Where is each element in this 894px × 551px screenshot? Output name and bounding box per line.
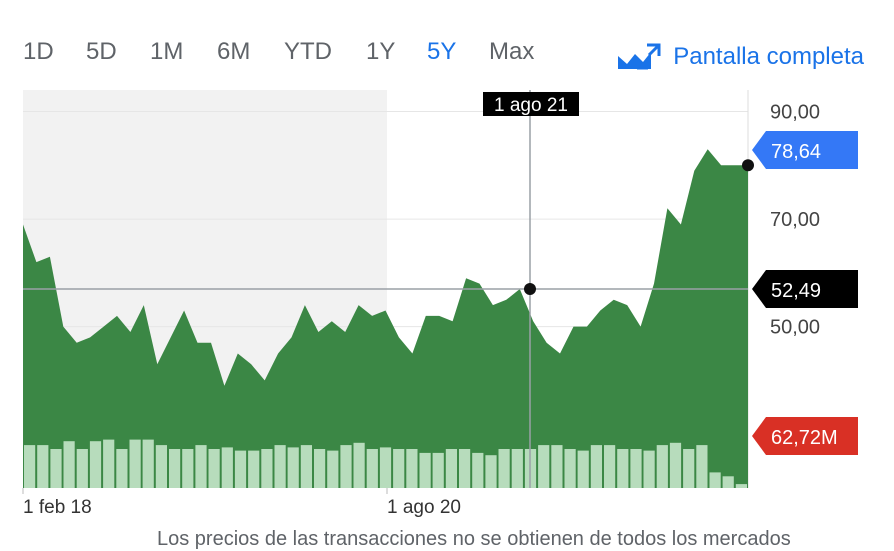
volume-bar <box>63 441 75 488</box>
volume-bar <box>472 452 484 488</box>
volume-bar <box>221 447 233 488</box>
volume-bar <box>630 449 642 488</box>
volume-bar <box>195 445 207 488</box>
volume-bar <box>722 476 734 488</box>
volume-bar <box>261 449 273 488</box>
volume-bar <box>735 484 747 488</box>
volume-bar <box>432 452 444 488</box>
volume-bar <box>76 449 88 488</box>
y-tick-label: 90,00 <box>770 102 820 124</box>
volume-bar <box>643 450 655 488</box>
volume-bar <box>617 449 629 488</box>
date-badge-label: 1 ago 21 <box>494 95 568 116</box>
volume-bar <box>379 447 392 488</box>
volume-bar <box>24 445 36 488</box>
volume-bar <box>419 452 431 488</box>
volume-bar <box>248 450 260 488</box>
volume-bar <box>538 445 550 488</box>
volume-bar <box>129 439 141 488</box>
crosshair-point <box>524 283 536 295</box>
volume-bar <box>656 445 668 488</box>
volume-bar <box>393 449 405 488</box>
volume-bar <box>709 472 721 488</box>
volume-bar <box>208 449 220 488</box>
x-tick-label: 1 feb 18 <box>23 497 92 518</box>
crosshair-value-label: 52,49 <box>771 280 821 302</box>
volume-bar <box>511 449 523 488</box>
volume-bar <box>155 445 167 488</box>
volume-bar <box>683 449 695 488</box>
volume-bar <box>103 439 115 488</box>
volume-bar <box>366 449 378 488</box>
volume-bar <box>564 449 576 488</box>
volume-bar <box>604 445 616 488</box>
volume-bar <box>50 449 62 488</box>
volume-bar <box>551 445 563 488</box>
volume-bar <box>37 445 49 488</box>
volume-bar <box>590 445 602 488</box>
volume-bar <box>445 449 457 488</box>
volume-bar <box>169 449 181 488</box>
volume-bar <box>287 447 299 488</box>
volume-bar <box>459 449 471 488</box>
volume-bar <box>274 445 286 488</box>
volume-bar <box>314 449 326 488</box>
volume-bar <box>669 442 682 488</box>
last-price-point <box>742 159 754 172</box>
volume-bar <box>340 445 352 488</box>
volume-bar <box>116 449 128 488</box>
y-tick-label: 50,00 <box>770 317 820 339</box>
volume-bar <box>577 450 589 488</box>
stock-chart[interactable]: 30,0050,0070,0090,001 feb 181 ago 201 ag… <box>0 0 894 548</box>
volume-badge-label: 62,72M <box>771 427 838 449</box>
volume-bar <box>142 439 154 488</box>
x-tick-label: 1 ago 20 <box>387 497 461 518</box>
volume-bar <box>485 455 497 488</box>
last-price-label: 78,64 <box>771 141 821 163</box>
volume-bar <box>353 442 365 488</box>
volume-bar <box>498 449 510 488</box>
volume-bar <box>696 445 708 488</box>
volume-bar <box>300 445 312 488</box>
volume-bar <box>327 450 339 488</box>
volume-bar <box>406 449 418 488</box>
y-tick-label: 70,00 <box>770 209 820 231</box>
volume-bar <box>89 441 102 488</box>
volume-bar <box>234 450 247 488</box>
volume-bar <box>182 449 194 488</box>
